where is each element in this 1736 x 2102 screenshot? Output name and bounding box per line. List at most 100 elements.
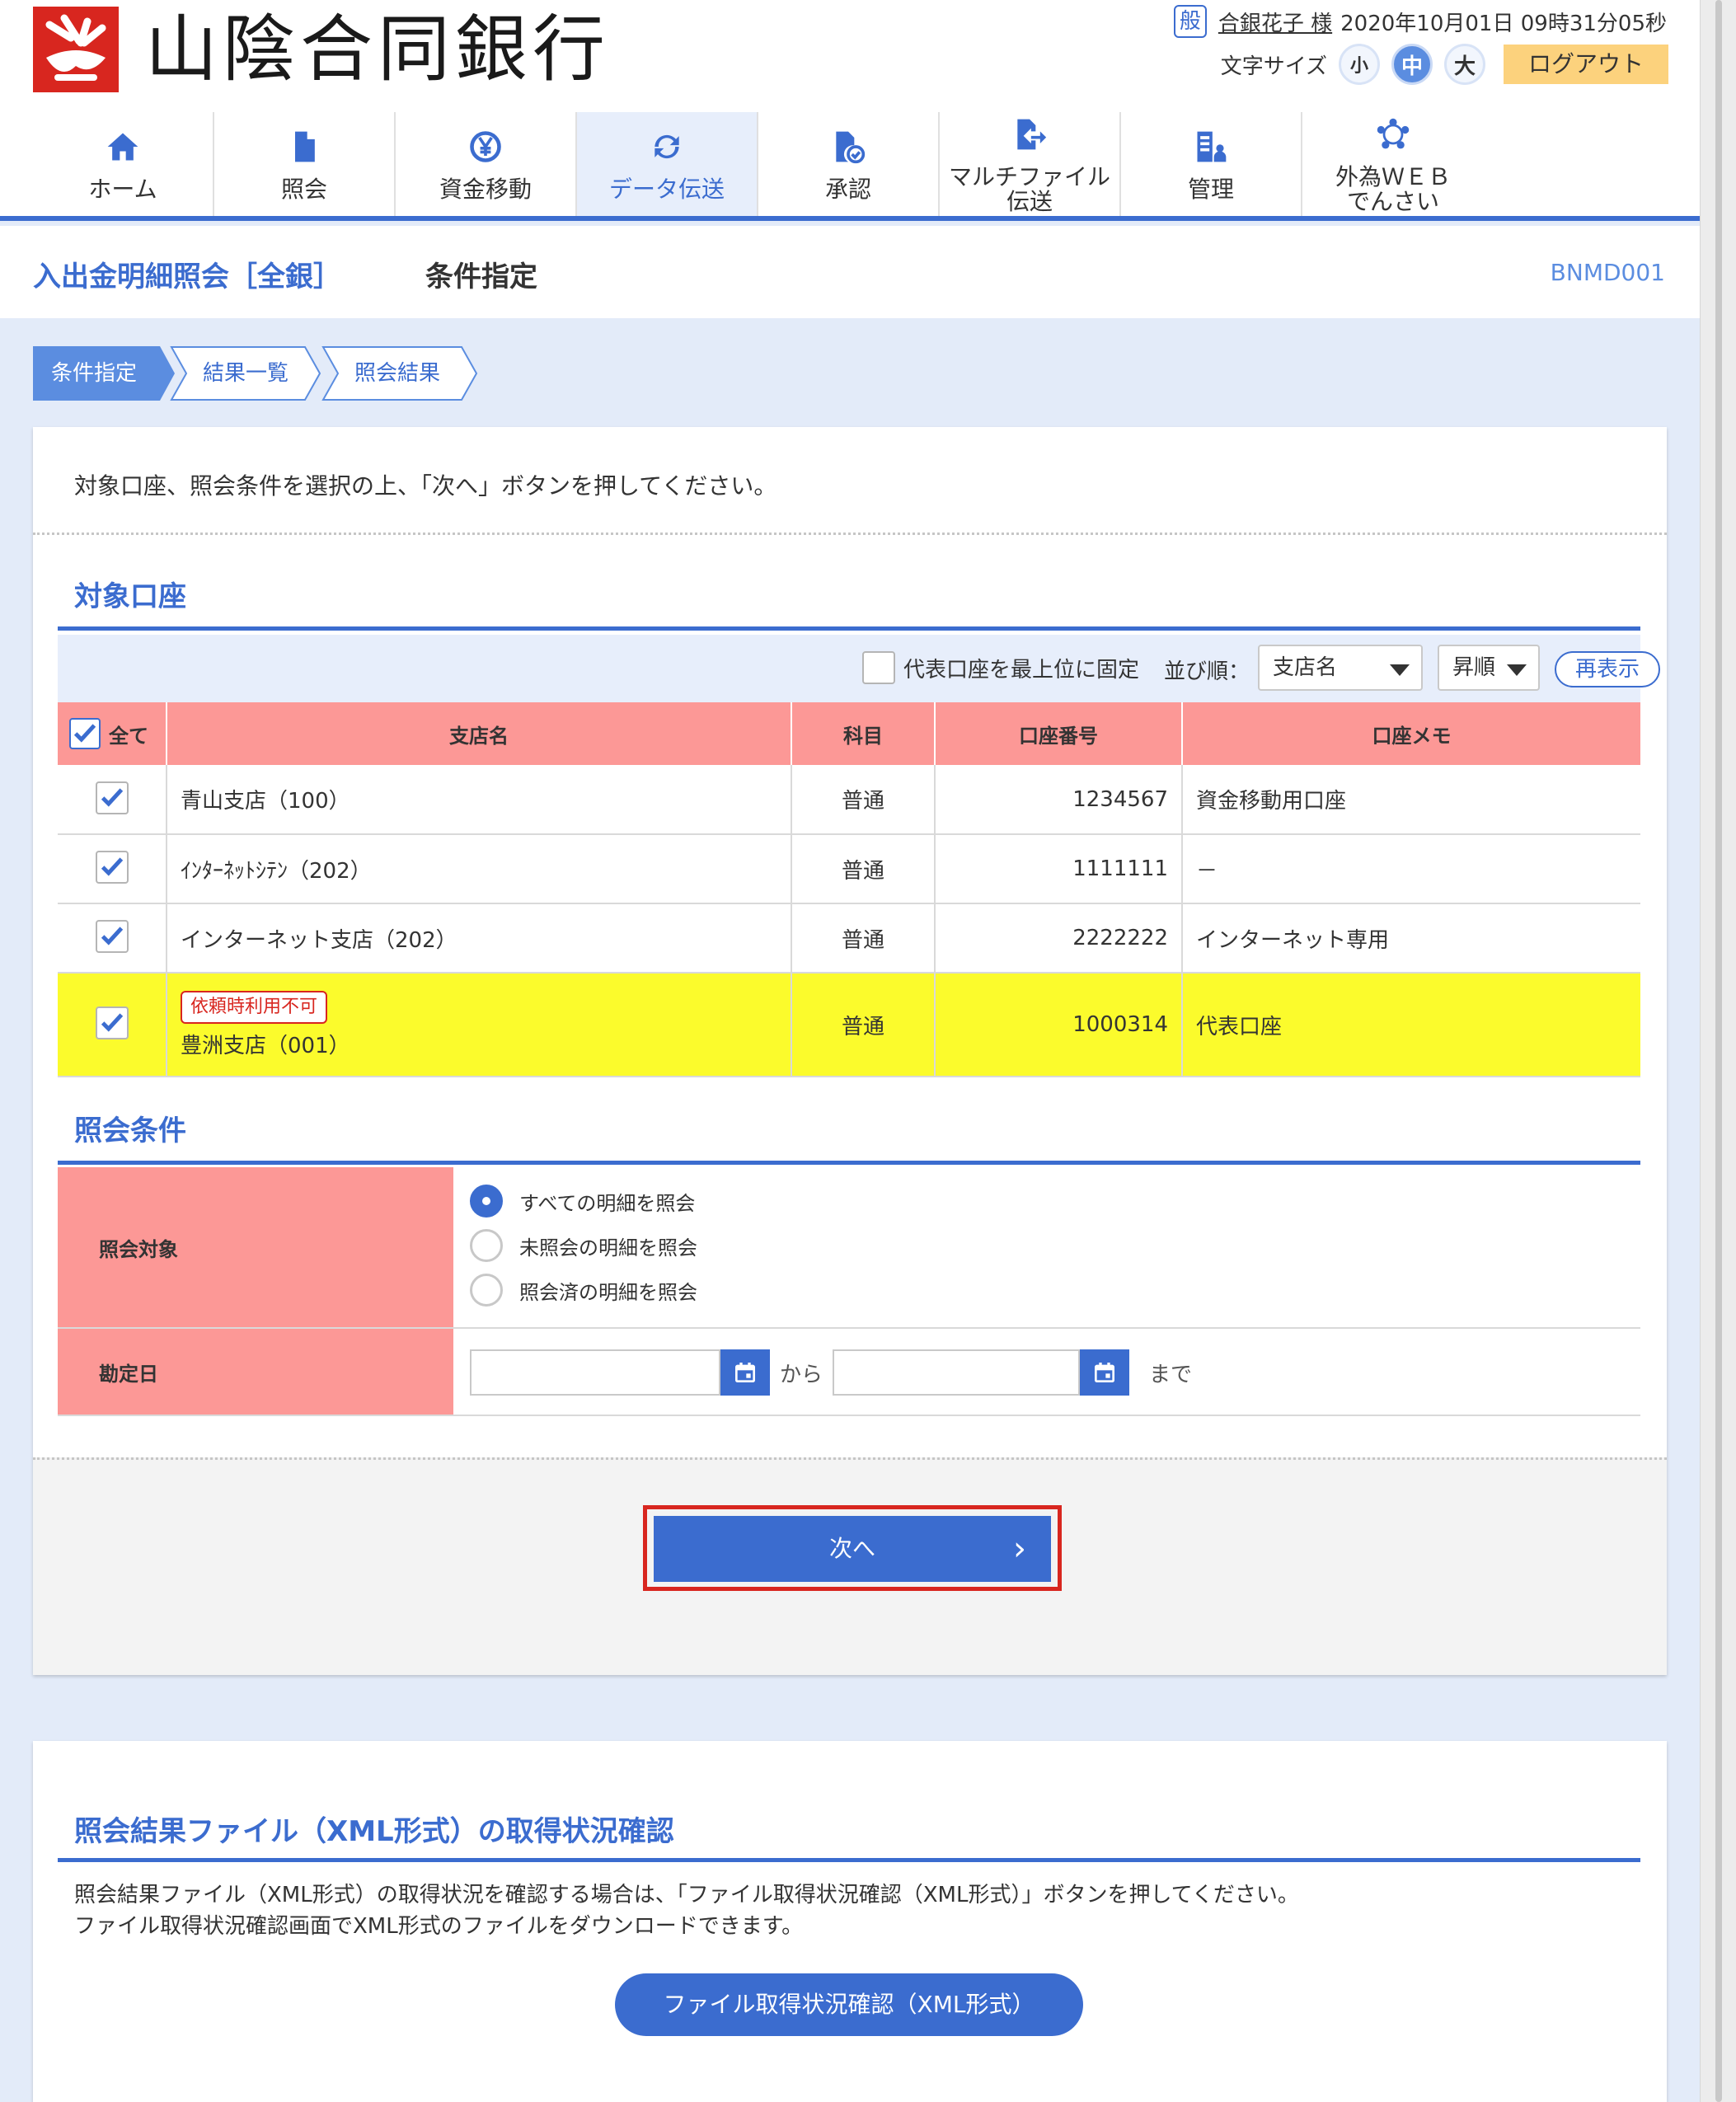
nav-forex-densai[interactable]: 外為ＷＥＢ でんさい: [1302, 112, 1484, 216]
font-size-control: 文字サイズ 小 中 大 ログアウト: [1221, 43, 1668, 86]
cell-branch: 豊洲支店（001）: [181, 1033, 350, 1058]
bank-logo-icon: [33, 7, 119, 92]
calendar-icon: [1095, 1363, 1115, 1382]
home-icon: [102, 126, 143, 167]
cell-account-number: 1234567: [935, 765, 1183, 835]
table-row: ｲﾝﾀｰﾈｯﾄｼﾃﾝ（202） 普通 1111111 －: [58, 834, 1640, 904]
select-all-checkbox[interactable]: [69, 718, 101, 749]
section-title-conditions: 照会条件: [74, 1114, 186, 1147]
nav-label-2: 伝送: [1006, 188, 1053, 215]
header-select-all[interactable]: 全て: [58, 702, 167, 765]
divider: [33, 1457, 1667, 1460]
nav-label: マルチファイル: [948, 163, 1110, 190]
refresh-icon: [646, 126, 687, 167]
sort-field-select[interactable]: 支店名: [1258, 645, 1423, 691]
nav-label: 管理: [1187, 176, 1234, 203]
radio-label: 未照会の明細を照会: [519, 1236, 697, 1260]
step-results: 結果一覧: [170, 346, 321, 401]
action-area: 次へ ›: [33, 1457, 1667, 1675]
redisplay-button[interactable]: 再表示: [1555, 651, 1660, 687]
radio-label: すべての明細を照会: [519, 1191, 696, 1215]
next-button[interactable]: 次へ ›: [654, 1516, 1051, 1582]
font-size-large-button[interactable]: 大: [1444, 44, 1485, 85]
condition-row-target: 照会対象 すべての明細を照会 未照会の明細を照会 照会済の明細を照会: [58, 1167, 1640, 1329]
font-size-medium-button[interactable]: 中: [1391, 44, 1433, 85]
sort-order-value: 昇順: [1452, 655, 1496, 680]
radio-button[interactable]: [470, 1185, 503, 1218]
cell-branch: インターネット支店（202）: [167, 903, 792, 974]
scrollbar-thumb[interactable]: [1715, 0, 1722, 2102]
cell-kamoku: 普通: [791, 903, 936, 974]
header-account-number: 口座番号: [935, 702, 1183, 765]
cell-account-number: 1111111: [935, 834, 1183, 904]
pin-representative-option[interactable]: 代表口座を最上位に固定: [862, 651, 1139, 684]
xml-status-button[interactable]: ファイル取得状況確認（XML形式）: [615, 1973, 1083, 2036]
nav-label: 外為ＷＥＢ: [1335, 163, 1451, 190]
sort-order-select[interactable]: 昇順: [1438, 645, 1540, 691]
pin-representative-checkbox[interactable]: [862, 651, 895, 684]
nav-admin[interactable]: 管理: [1121, 112, 1302, 216]
radio-label: 照会済の明細を照会: [519, 1280, 697, 1304]
xml-description-line2: ファイル取得状況確認画面でXML形式のファイルをダウンロードできます。: [74, 1914, 804, 1939]
nav-label: 照会: [280, 176, 327, 203]
user-type-badge: 般: [1173, 5, 1207, 38]
date-from-input[interactable]: [470, 1349, 720, 1396]
step-current: 条件指定: [33, 346, 175, 401]
next-button-label: 次へ: [828, 1535, 875, 1562]
page-subtitle: 条件指定: [425, 260, 537, 293]
row-checkbox[interactable]: [95, 1006, 129, 1039]
date-range: から まで: [453, 1329, 1640, 1416]
select-all-label: 全て: [109, 724, 148, 748]
nav-label: データ伝送: [608, 176, 725, 203]
table-header-row: 全て 支店名 科目 口座番号 口座メモ: [58, 702, 1640, 765]
nav-home[interactable]: ホーム: [33, 112, 214, 216]
logout-button[interactable]: ログアウト: [1504, 45, 1668, 84]
page-title-bar: 入出金明細照会［全銀］ 条件指定 BNMD001: [0, 226, 1700, 318]
chevron-down-icon: [1507, 664, 1527, 676]
header-memo: 口座メモ: [1182, 702, 1640, 765]
divider: [33, 533, 1667, 535]
user-name-link[interactable]: 合銀花子 様: [1218, 7, 1332, 37]
file-send-icon: [1009, 114, 1050, 155]
nav-transfer[interactable]: 資金移動: [396, 112, 577, 216]
calendar-to-button[interactable]: [1080, 1349, 1130, 1396]
radio-option-unviewed[interactable]: 未照会の明細を照会: [470, 1223, 1640, 1268]
radio-button[interactable]: [470, 1229, 503, 1262]
scrollbar[interactable]: [1700, 0, 1736, 2102]
font-size-small-button[interactable]: 小: [1339, 44, 1380, 85]
cell-branch: ｲﾝﾀｰﾈｯﾄｼﾃﾝ（202）: [167, 834, 792, 904]
condition-label-date: 勘定日: [58, 1329, 453, 1415]
nav-inquiry[interactable]: 照会: [214, 112, 396, 216]
section-rule: [58, 626, 1640, 631]
cell-memo: 代表口座: [1182, 973, 1640, 1077]
nav-approval[interactable]: 承認: [758, 112, 940, 216]
yen-transfer-icon: [465, 126, 506, 167]
to-text: まで: [1149, 1362, 1193, 1387]
radio-option-all[interactable]: すべての明細を照会: [470, 1179, 1640, 1223]
calendar-icon: [735, 1363, 755, 1382]
header-branch: 支店名: [167, 702, 792, 765]
step-detail: 照会結果: [321, 346, 478, 401]
nav-multifile[interactable]: マルチファイル 伝送: [940, 112, 1121, 216]
cell-kamoku: 普通: [791, 973, 936, 1077]
cell-account-number: 1000314: [935, 973, 1183, 1077]
cell-memo: 資金移動用口座: [1182, 765, 1640, 835]
target-radio-group: すべての明細を照会 未照会の明細を照会 照会済の明細を照会: [453, 1167, 1640, 1327]
cell-kamoku: 普通: [791, 834, 936, 904]
xml-description: 照会結果ファイル（XML形式）の取得状況を確認する場合は、「ファイル取得状況確認…: [74, 1879, 1299, 1942]
date-to-input[interactable]: [833, 1349, 1081, 1396]
instruction-text: 対象口座、照会条件を選択の上、「次へ」ボタンを押してください。: [74, 472, 777, 500]
main-nav: ホーム 照会 資金移動 データ伝送 承認 マルチファイル 伝送 管理 外為ＷＥＢ…: [0, 112, 1700, 221]
calendar-from-button[interactable]: [720, 1349, 770, 1396]
cell-branch: 青山支店（100）: [167, 765, 792, 835]
cell-branch-with-tag: 依頼時利用不可 豊洲支店（001）: [167, 973, 792, 1077]
radio-option-viewed[interactable]: 照会済の明細を照会: [470, 1268, 1640, 1312]
radio-button[interactable]: [470, 1274, 503, 1307]
login-datetime: 2020年10月01日 09時31分05秒: [1340, 11, 1667, 36]
nav-data-transmission[interactable]: データ伝送: [577, 112, 758, 216]
row-checkbox[interactable]: [95, 781, 129, 814]
row-checkbox[interactable]: [95, 851, 129, 884]
table-row-representative: 依頼時利用不可 豊洲支店（001） 普通 1000314 代表口座: [58, 973, 1640, 1077]
unavailable-tag: 依頼時利用不可: [181, 990, 328, 1024]
row-checkbox[interactable]: [95, 920, 129, 953]
